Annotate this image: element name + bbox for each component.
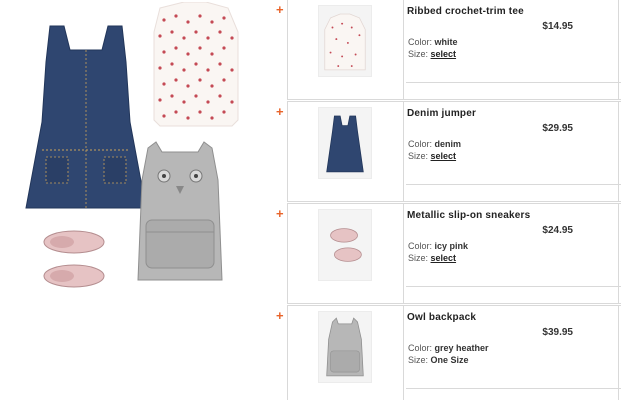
pink-sneakers-image: [43, 230, 105, 288]
owl-backpack-image[interactable]: [318, 311, 372, 383]
product-name[interactable]: Metallic slip-on sneakers: [407, 210, 619, 221]
product-name[interactable]: Ribbed crochet-trim tee: [407, 6, 619, 17]
size-select-link[interactable]: select: [431, 151, 457, 161]
pink-sneakers-image[interactable]: [318, 209, 372, 281]
size-select-link[interactable]: select: [431, 49, 457, 59]
list-item: + Denim jumper $29.95 Color: denim Size:…: [271, 101, 621, 204]
size-label: Size:: [408, 253, 429, 263]
product-name[interactable]: Denim jumper: [407, 108, 619, 119]
color-label: Color:: [408, 241, 433, 251]
polka-dot-tee-image: [153, 2, 239, 127]
size-select-link[interactable]: select: [431, 253, 457, 263]
thumbnail-cell: [287, 306, 404, 400]
list-item: + Ribbed crochet-trim tee $14.95 Color: …: [271, 0, 621, 102]
list-item: + Metallic slip-on sneakers $24.95 Color…: [271, 203, 621, 306]
color-label: Color:: [408, 37, 433, 47]
thumbnail-cell: [287, 0, 404, 100]
thumbnail-cell: [287, 102, 404, 202]
product-price: $29.95: [542, 123, 573, 134]
polka-dot-tee-image[interactable]: [318, 5, 372, 77]
color-value: white: [434, 37, 458, 47]
color-value: denim: [434, 139, 462, 149]
denim-jumper-image[interactable]: [318, 107, 372, 179]
outfit-collage: [0, 0, 262, 400]
color-value: icy pink: [434, 241, 469, 251]
product-price: $14.95: [542, 21, 573, 32]
size-value: One Size: [430, 355, 469, 365]
thumbnail-cell: [287, 204, 404, 304]
color-value: grey heather: [434, 343, 489, 353]
product-meta: Color: denim Size: select: [408, 138, 461, 162]
owl-backpack-image: [137, 141, 223, 281]
plus-icon[interactable]: +: [276, 105, 285, 118]
product-meta: Color: white Size: select: [408, 36, 458, 60]
product-name[interactable]: Owl backpack: [407, 312, 619, 323]
plus-icon[interactable]: +: [276, 207, 285, 220]
color-label: Color:: [408, 343, 433, 353]
product-meta: Color: icy pink Size: select: [408, 240, 468, 264]
size-label: Size:: [408, 151, 429, 161]
product-price: $39.95: [542, 327, 573, 338]
product-meta: Color: grey heather Size: One Size: [408, 342, 489, 366]
plus-icon[interactable]: +: [276, 309, 285, 322]
size-label: Size:: [408, 49, 429, 59]
product-list: + Ribbed crochet-trim tee $14.95 Color: …: [271, 0, 621, 400]
size-label: Size:: [408, 355, 429, 365]
list-item: + Owl backpack $39.95 Color: grey heathe…: [271, 305, 621, 400]
product-info: Owl backpack $39.95 Color: grey heather …: [407, 312, 619, 400]
plus-icon[interactable]: +: [276, 3, 285, 16]
color-label: Color:: [408, 139, 433, 149]
product-price: $24.95: [542, 225, 573, 236]
